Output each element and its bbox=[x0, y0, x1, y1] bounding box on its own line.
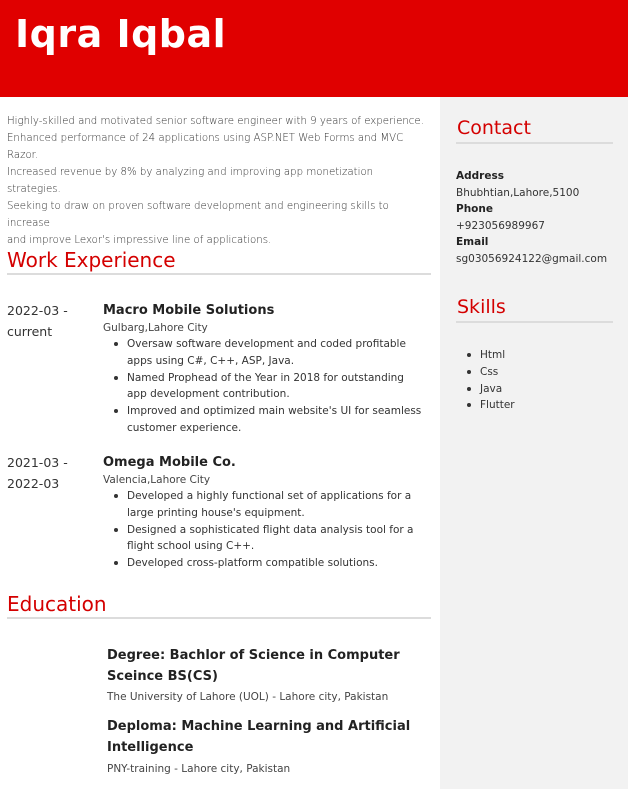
skill-item: Flutter bbox=[467, 397, 515, 414]
resume-header: Iqra Iqbal bbox=[0, 0, 628, 97]
summary-line: Highly-skilled and motivated senior soft… bbox=[7, 116, 424, 127]
summary-line: and improve Lexor's impressive line of a… bbox=[7, 235, 272, 246]
job-date: 2022-03 - current bbox=[7, 300, 87, 342]
job-date: 2021-03 - 2022-03 bbox=[7, 452, 87, 494]
job-location: Valencia,Lahore City bbox=[103, 474, 211, 486]
education-school: The University of Lahore (UOL) - Lahore … bbox=[107, 691, 389, 703]
job-bullets: Oversaw software development and coded p… bbox=[114, 336, 427, 437]
summary-line: Increased revenue by 8% by analyzing and… bbox=[7, 167, 374, 195]
list-item: Developed a highly functional set of app… bbox=[114, 488, 427, 522]
address-label: Address bbox=[456, 170, 504, 182]
job-bullets: Developed a highly functional set of app… bbox=[114, 488, 427, 572]
job-company: Macro Mobile Solutions bbox=[103, 303, 275, 318]
summary-line: Enhanced performance of 24 applications … bbox=[7, 133, 404, 161]
list-item: Named Prophead of the Year in 2018 for o… bbox=[114, 370, 427, 404]
education-degree: Deploma: Machine Learning and Artificial… bbox=[107, 719, 411, 755]
job-date-start: 2021-03 - bbox=[7, 455, 68, 470]
skills-divider bbox=[456, 321, 613, 323]
contact-heading: Contact bbox=[457, 117, 531, 139]
phone-value: +923056989967 bbox=[456, 220, 545, 232]
education-school: PNY-training - Lahore city, Pakistan bbox=[107, 763, 291, 775]
list-item: Improved and optimized main website's UI… bbox=[114, 403, 427, 437]
work-experience-divider bbox=[7, 273, 431, 275]
phone-label: Phone bbox=[456, 203, 493, 215]
job-location: Gulbarg,Lahore City bbox=[103, 322, 208, 334]
email-label: Email bbox=[456, 236, 489, 248]
email-value: sg03056924122@gmail.com bbox=[456, 253, 608, 265]
address-value: Bhubhtian,Lahore,5100 bbox=[456, 187, 580, 199]
list-item: Designed a sophisticated flight data ana… bbox=[114, 522, 427, 556]
job-date-start: 2022-03 - bbox=[7, 303, 68, 318]
work-experience-heading: Work Experience bbox=[7, 248, 176, 272]
skill-item: Css bbox=[467, 364, 515, 381]
education-degree: Degree: Bachlor of Science in Computer S… bbox=[107, 648, 400, 684]
education-divider bbox=[7, 617, 431, 619]
resume-name: Iqra Iqbal bbox=[15, 12, 227, 56]
skills-list: Html Css Java Flutter bbox=[467, 347, 515, 414]
summary-line: Seeking to draw on proven software devel… bbox=[7, 201, 389, 229]
education-heading: Education bbox=[7, 592, 107, 616]
job-date-end: current bbox=[7, 324, 53, 339]
list-item: Oversaw software development and coded p… bbox=[114, 336, 427, 370]
job-date-end: 2022-03 bbox=[7, 476, 60, 491]
skills-heading: Skills bbox=[457, 296, 506, 318]
contact-divider bbox=[456, 142, 613, 144]
skill-item: Html bbox=[467, 347, 515, 364]
skill-item: Java bbox=[467, 381, 515, 398]
list-item: Developed cross-platform compatible solu… bbox=[114, 555, 427, 572]
job-company: Omega Mobile Co. bbox=[103, 455, 236, 470]
summary: Highly-skilled and motivated senior soft… bbox=[7, 113, 427, 249]
sidebar bbox=[440, 97, 628, 789]
